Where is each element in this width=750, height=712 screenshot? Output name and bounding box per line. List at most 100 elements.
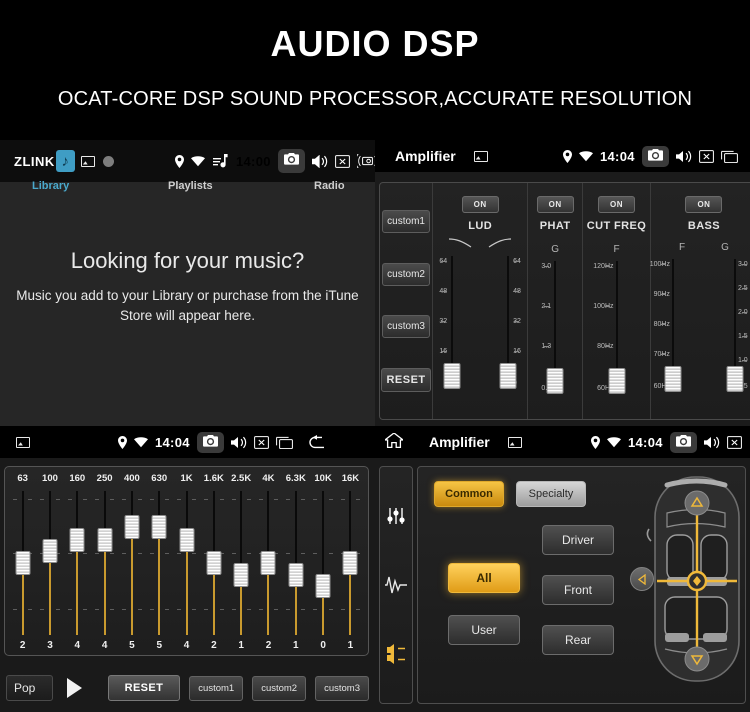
back-icon[interactable] (308, 435, 327, 449)
location-pin-icon[interactable] (118, 435, 127, 449)
bass-gain-letter: G (721, 242, 729, 253)
mode-driver-button[interactable]: Driver (542, 525, 614, 555)
phat-slider[interactable]: 3.0 2.1 1.3 0.5 (536, 257, 574, 402)
tab-specialty[interactable]: Specialty (516, 481, 586, 507)
radio-icon[interactable] (356, 154, 375, 168)
volume-icon[interactable] (703, 436, 720, 449)
eq-band-frequency: 1.6K (203, 473, 224, 484)
eq-band[interactable]: 6.3K 1 (282, 473, 309, 653)
camera-icon[interactable] (277, 149, 305, 173)
close-box-icon[interactable] (334, 154, 350, 168)
preset-custom1-button[interactable]: custom1 (382, 209, 430, 233)
eq-band[interactable]: 16K 1 (337, 473, 364, 653)
home-icon[interactable] (375, 432, 405, 451)
wifi-icon[interactable] (607, 436, 621, 448)
eq-band[interactable]: 630 5 (146, 473, 173, 653)
mode-all-button[interactable]: All (448, 563, 520, 593)
eq-band-frequency: 160 (69, 473, 86, 484)
tab-radio[interactable]: Radio (314, 180, 345, 192)
eq-band-value: 1 (293, 640, 299, 651)
image-icon[interactable] (80, 155, 95, 167)
volume-icon[interactable] (311, 154, 328, 168)
eq-band[interactable]: 1.6K 2 (200, 473, 227, 653)
cutfreq-on-button[interactable]: ON (598, 196, 635, 213)
eq-preset-select[interactable]: Pop (6, 675, 53, 701)
tab-playlists[interactable]: Playlists (168, 180, 213, 192)
camera-icon[interactable] (196, 431, 224, 453)
image-icon[interactable] (16, 436, 30, 448)
volume-icon[interactable] (230, 436, 247, 449)
car-seat-diagram[interactable] (643, 473, 749, 685)
eq-band-value: 5 (129, 640, 135, 651)
mode-rear-button[interactable]: Rear (542, 625, 614, 655)
eq-band[interactable]: 100 3 (36, 473, 63, 653)
eq-band[interactable]: 2.5K 1 (228, 473, 255, 653)
eq-band[interactable]: 63 2 (9, 473, 36, 653)
eq-band[interactable]: 1K 4 (173, 473, 200, 653)
amplifier-title: Amplifier (395, 148, 456, 164)
bass-label: BASS (687, 220, 721, 232)
mode-user-button[interactable]: User (448, 615, 520, 645)
lud-slider-left[interactable]: 64 48 32 16 0 (433, 252, 471, 397)
location-pin-icon[interactable] (175, 154, 184, 168)
panel-equalizer: 14:04 63 2 100 3 160 4 250 4 400 5 630 5… (0, 426, 375, 712)
preset-custom2-button[interactable]: custom2 (382, 262, 430, 286)
eq-custom2-button[interactable]: custom2 (252, 675, 307, 701)
tab-library[interactable]: Library (32, 180, 69, 192)
recents-icon[interactable] (720, 150, 738, 163)
eq-band-frequency: 6.3K (285, 473, 306, 484)
eq-band[interactable]: 4K 2 (255, 473, 282, 653)
close-box-icon[interactable] (253, 435, 269, 449)
eq-band[interactable]: 400 5 (118, 473, 145, 653)
lud-slider-right[interactable]: 64 48 32 16 0 (489, 252, 527, 397)
eq-band-frequency: 1K (180, 473, 193, 484)
eq-band-value: 5 (156, 640, 162, 651)
tab-common[interactable]: Common (434, 481, 504, 507)
mode-front-button[interactable]: Front (542, 575, 614, 605)
eq-band-value: 1 (238, 640, 244, 651)
location-pin-icon[interactable] (591, 435, 600, 449)
close-box-icon[interactable] (698, 149, 714, 163)
phat-on-button[interactable]: ON (536, 196, 574, 213)
eq-custom1-button[interactable]: custom1 (189, 675, 244, 701)
record-dot-icon[interactable] (102, 155, 114, 167)
eq-band[interactable]: 10K 0 (309, 473, 336, 653)
location-pin-icon[interactable] (563, 149, 572, 163)
bass-sliders: 100Hz 90Hz 80Hz 70Hz 60Hz 3.0 2.5 2.0 1.… (650, 255, 750, 400)
panel-zlink-music: ZLINK ♪ 14:00 Library Playlists Radio Lo… (0, 140, 375, 426)
bass-slider-gain[interactable]: 3.0 2.5 2.0 1.5 1.0 0.5 (716, 255, 750, 400)
faders-icon[interactable] (385, 505, 407, 527)
panel-dsp-amplifier: Amplifier 14:04 custom1 custom2 custom3 … (375, 140, 750, 426)
wifi-icon[interactable] (579, 150, 593, 162)
wifi-icon[interactable] (191, 155, 205, 167)
zlink-brand[interactable]: ZLINK ♪ (0, 150, 75, 172)
close-box-icon[interactable] (726, 435, 742, 449)
dsp-reset-button[interactable]: RESET (381, 368, 431, 393)
balance-speaker-icon[interactable] (385, 643, 407, 665)
wifi-icon[interactable] (134, 436, 148, 448)
image-icon[interactable] (473, 150, 488, 162)
volume-icon[interactable] (675, 150, 692, 163)
bass-slider-freq[interactable]: 100Hz 90Hz 80Hz 70Hz 60Hz (650, 255, 692, 400)
preset-custom3-button[interactable]: custom3 (382, 315, 430, 339)
camera-icon[interactable] (641, 145, 669, 167)
waveform-icon[interactable] (385, 574, 407, 596)
eq-band[interactable]: 160 4 (64, 473, 91, 653)
eq-reset-button[interactable]: RESET (107, 675, 181, 701)
recents-icon[interactable] (275, 436, 293, 449)
status-clock: 14:04 (628, 434, 663, 450)
eq-custom3-button[interactable]: custom3 (315, 675, 369, 701)
eq-band-value: 1 (347, 640, 354, 651)
music-note-icon[interactable] (212, 153, 229, 169)
lud-on-button[interactable]: ON (461, 196, 499, 213)
scale-value: 100Hz (593, 303, 614, 310)
camera-icon[interactable] (669, 431, 697, 453)
music-app-icon[interactable]: ♪ (55, 150, 75, 172)
phat-gain-letter: G (551, 244, 560, 255)
cutfreq-slider[interactable]: 120Hz 100Hz 80Hz 60Hz (593, 257, 636, 402)
play-icon[interactable] (66, 678, 82, 698)
bass-on-button[interactable]: ON (685, 196, 723, 213)
image-icon[interactable] (507, 436, 522, 448)
bass-freq-letter: F (679, 242, 686, 253)
eq-band[interactable]: 250 4 (91, 473, 118, 653)
